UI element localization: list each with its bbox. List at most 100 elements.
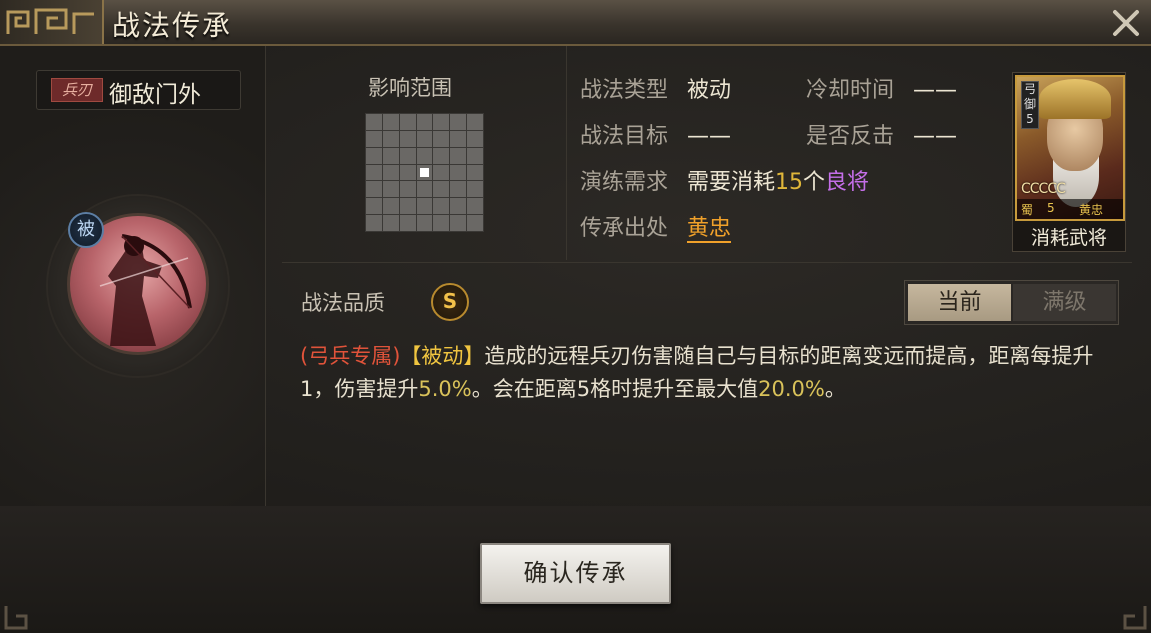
cooldown-label: 冷却时间 <box>806 78 895 103</box>
range-cell <box>382 130 399 147</box>
unit-number: 5 <box>1026 112 1034 126</box>
requirement-unit: 个 <box>803 170 826 195</box>
skill-description: (弓兵专属)【被动】造成的远程兵刃伤害随自己与目标的距离变远而提高，距离每提升1… <box>300 340 1120 406</box>
description-part2: 。会在距离5格时提升至最大值 <box>471 377 759 401</box>
tab-current[interactable]: 当前 <box>908 284 1011 321</box>
range-cell <box>416 114 433 130</box>
divider-horizontal <box>282 262 1132 263</box>
range-cell <box>416 181 433 198</box>
ornament-icon <box>6 8 94 34</box>
range-cell <box>366 181 382 198</box>
range-grid <box>365 113 484 232</box>
range-cell <box>399 147 416 164</box>
range-cell <box>382 198 399 215</box>
description-kind: 【被动】 <box>400 344 485 368</box>
skill-name: 御敌门外 <box>109 82 201 108</box>
range-cell <box>433 130 450 147</box>
range-cell <box>399 198 416 215</box>
close-button[interactable] <box>1109 6 1143 40</box>
card-footer: 蜀 5 黄忠 <box>1017 199 1123 219</box>
description-part3: 。 <box>824 377 846 401</box>
source-general-link[interactable]: 黄忠 <box>687 216 732 243</box>
range-cell <box>467 215 483 231</box>
bow-icon: 弓 <box>1023 82 1036 96</box>
range-cell <box>467 130 483 147</box>
range-cell <box>416 147 433 164</box>
description-tag: (弓兵专属) <box>300 344 401 368</box>
skill-type-tag: 兵刃 <box>51 78 103 102</box>
range-cell <box>467 147 483 164</box>
requirement-label: 演练需求 <box>580 170 669 195</box>
skill-name-box: 兵刃 御敌门外 <box>36 70 241 110</box>
range-cell <box>382 164 399 181</box>
range-cell <box>467 198 483 215</box>
range-cell-self <box>416 164 433 181</box>
requirement-count: 15 <box>775 170 804 195</box>
consume-general-label: 消耗武将 <box>1030 227 1107 249</box>
range-cell <box>433 147 450 164</box>
range-cell <box>366 198 382 215</box>
range-cell <box>433 181 450 198</box>
unit-type-badge: 弓 御 5 <box>1021 81 1039 129</box>
range-cell <box>433 198 450 215</box>
confirm-inherit-button[interactable]: 确认传承 <box>480 543 671 604</box>
skill-target-label: 战法目标 <box>580 124 669 149</box>
requirement-rank: 良将 <box>825 170 870 195</box>
title-bar: 战法传承 <box>0 0 1151 46</box>
counter-value: —— <box>913 124 958 149</box>
range-cell <box>450 198 467 215</box>
cooldown-row: 冷却时间 —— <box>806 72 957 104</box>
source-label: 传承出处 <box>580 216 669 241</box>
close-icon <box>1113 10 1139 36</box>
range-cell <box>450 130 467 147</box>
range-cell <box>366 114 382 130</box>
star-rating: CCCCC <box>1021 181 1066 197</box>
general-portrait: 弓 御 5 CCCCC 蜀 5 黄忠 <box>1015 75 1125 221</box>
quality-label: 战法品质 <box>301 291 385 315</box>
corner-ornament-icon <box>1123 606 1147 630</box>
counter-row: 是否反击 —— <box>806 118 957 150</box>
range-cell <box>450 114 467 130</box>
range-cell <box>366 130 382 147</box>
range-cell <box>399 164 416 181</box>
cost-label: 5 <box>1047 201 1055 215</box>
range-cell <box>450 164 467 181</box>
title-ornament <box>0 0 104 44</box>
range-cell <box>416 130 433 147</box>
range-cell <box>366 215 382 231</box>
window-title: 战法传承 <box>112 9 233 42</box>
range-cell <box>450 215 467 231</box>
range-cell <box>382 215 399 231</box>
unit-text: 御 <box>1023 97 1036 111</box>
description-value1: 5.0% <box>418 377 472 401</box>
skill-target-value: —— <box>687 124 732 149</box>
range-cell <box>416 198 433 215</box>
range-label: 影响范围 <box>368 76 452 100</box>
range-cell <box>382 181 399 198</box>
range-cell <box>399 114 416 130</box>
range-cell <box>467 164 483 181</box>
tab-max-level[interactable]: 满级 <box>1013 284 1116 321</box>
general-card[interactable]: 弓 御 5 CCCCC 蜀 5 黄忠 消耗武将 <box>1012 72 1126 252</box>
skill-type-value: 被动 <box>687 78 732 103</box>
level-toggle: 当前 满级 <box>904 280 1119 325</box>
range-cell <box>399 215 416 231</box>
range-cell <box>433 164 450 181</box>
range-cell <box>433 114 450 130</box>
quality-grade-badge: S <box>431 283 469 321</box>
range-cell <box>467 114 483 130</box>
range-cell <box>399 181 416 198</box>
skill-target-row: 战法目标 —— <box>580 118 731 150</box>
requirement-prefix: 需要消耗 <box>687 170 776 195</box>
passive-badge: 被 <box>68 212 104 248</box>
range-cell <box>416 215 433 231</box>
cooldown-value: —— <box>913 78 958 103</box>
range-cell <box>450 181 467 198</box>
skill-type-label: 战法类型 <box>580 78 669 103</box>
skill-type-row: 战法类型 被动 <box>580 72 731 104</box>
range-cell <box>399 130 416 147</box>
source-row: 传承出处 黄忠 <box>580 210 732 243</box>
divider-vertical <box>566 46 567 260</box>
general-helmet <box>1039 79 1111 119</box>
range-cell <box>433 215 450 231</box>
